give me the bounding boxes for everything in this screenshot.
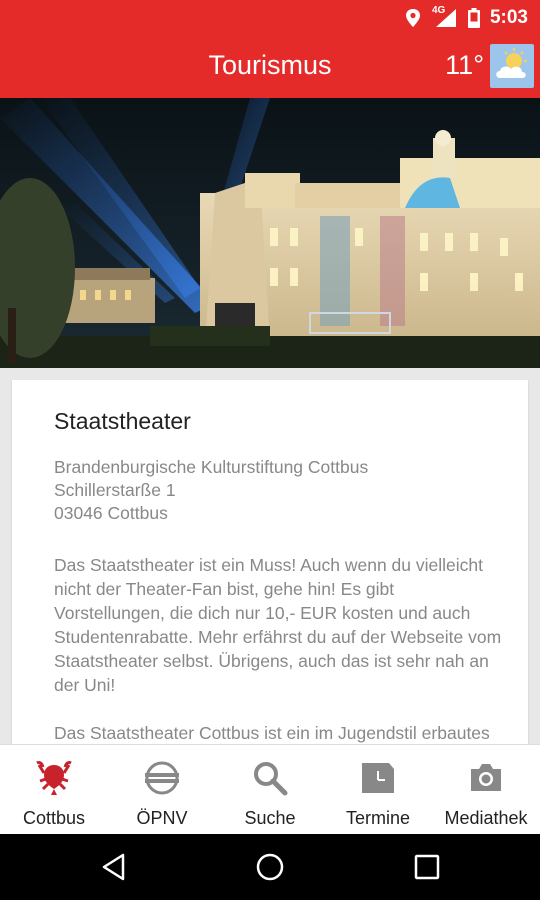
system-navigation-bar	[0, 834, 540, 900]
description-paragraph: Das Staatstheater ist ein Muss! Auch wen…	[54, 555, 502, 695]
nav-item-termine[interactable]: Termine	[324, 745, 432, 834]
nav-item-mediathek[interactable]: Mediathek	[432, 745, 540, 834]
nav-item-opnv[interactable]: ÖPNV	[108, 745, 216, 834]
bottom-navigation: Cottbus ÖPNV Suche Termine Mediathek	[0, 744, 540, 834]
calendar-icon	[362, 763, 394, 793]
nav-label: Cottbus	[22, 808, 86, 828]
temperature[interactable]: 11°	[445, 50, 484, 81]
search-icon	[254, 762, 288, 796]
detail-card: Staatstheater Brandenburgische Kultursti…	[12, 380, 528, 760]
status-bar: 4G 5:03	[0, 0, 540, 36]
nav-item-cottbus[interactable]: Cottbus	[0, 745, 108, 834]
network-type: 4G	[431, 5, 446, 16]
partly-cloudy-icon[interactable]	[490, 44, 534, 88]
place-address: Brandenburgische Kulturstiftung Cottbus …	[54, 457, 369, 523]
app-bar: Tourismus 11°	[0, 36, 540, 98]
nav-label: Suche	[244, 808, 296, 828]
nav-label: Termine	[345, 808, 411, 828]
recents-icon[interactable]	[412, 852, 442, 882]
place-name: Staatstheater	[54, 408, 191, 434]
location-icon	[405, 9, 420, 27]
nav-item-suche[interactable]: Suche	[216, 745, 324, 834]
hero-image	[0, 98, 540, 368]
clock: 5:03	[489, 7, 528, 28]
signal-icon: 4G	[431, 5, 458, 28]
crab-crest-icon	[36, 761, 72, 795]
back-icon[interactable]	[100, 852, 130, 882]
home-icon[interactable]	[255, 852, 285, 882]
nav-label: Mediathek	[444, 808, 528, 828]
place-description: Das Staatstheater ist ein Muss! Auch wen…	[54, 553, 504, 760]
transit-icon	[145, 761, 179, 795]
nav-label: ÖPNV	[136, 808, 188, 828]
camera-icon	[471, 764, 501, 791]
battery-icon	[467, 8, 480, 28]
